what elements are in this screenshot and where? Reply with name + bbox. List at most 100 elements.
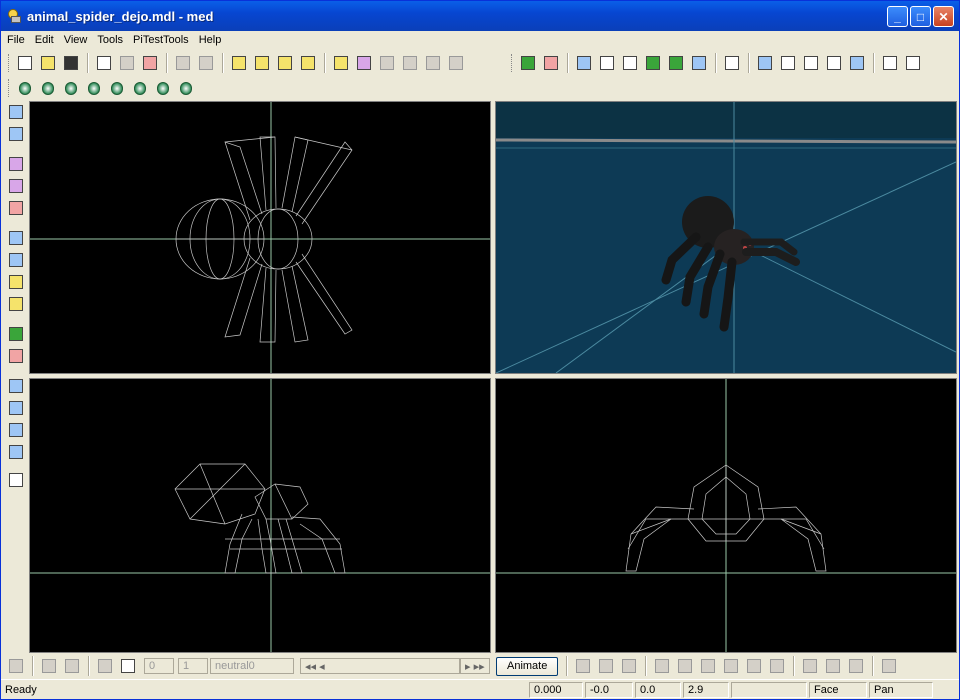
- anim-tool-7-icon[interactable]: [720, 655, 742, 677]
- weld-icon[interactable]: [619, 52, 641, 74]
- menu-help[interactable]: Help: [199, 34, 222, 46]
- box-icon[interactable]: [14, 77, 36, 99]
- menu-tools[interactable]: Tools: [97, 34, 123, 46]
- viewport-perspective[interactable]: [495, 101, 957, 374]
- torus-icon[interactable]: [83, 77, 105, 99]
- viewport-top[interactable]: [29, 101, 491, 374]
- timeline-forward[interactable]: ▸ ▸▸: [460, 658, 490, 674]
- select-vertex-icon[interactable]: [228, 52, 250, 74]
- minimize-button[interactable]: _: [887, 6, 908, 27]
- cylinder-icon[interactable]: [60, 77, 82, 99]
- sphere-icon[interactable]: [37, 77, 59, 99]
- primitive-toolbar: [5, 76, 198, 100]
- paste-icon[interactable]: [116, 52, 138, 74]
- open-icon[interactable]: [37, 52, 59, 74]
- timeline-scrollbar[interactable]: ◂◂ ◂: [300, 658, 460, 674]
- select-object-icon[interactable]: [297, 52, 319, 74]
- menu-edit[interactable]: Edit: [35, 34, 54, 46]
- view-side-icon[interactable]: [399, 52, 421, 74]
- copy-icon[interactable]: [93, 52, 115, 74]
- animate-button[interactable]: Animate: [496, 656, 559, 676]
- status-zoom: 2.9: [683, 681, 729, 698]
- new-icon[interactable]: [14, 52, 36, 74]
- cone-icon[interactable]: [129, 77, 151, 99]
- camera-icon[interactable]: [846, 52, 868, 74]
- play-icon[interactable]: [5, 655, 27, 677]
- view-top-icon[interactable]: [422, 52, 444, 74]
- select-face-icon[interactable]: [274, 52, 296, 74]
- delete-icon[interactable]: [139, 52, 161, 74]
- status-bar: Ready 0.000 -0.0 0.0 2.9 Face Pan: [1, 679, 959, 699]
- move-icon[interactable]: [902, 52, 924, 74]
- frame-jump-icon[interactable]: [61, 655, 83, 677]
- rotate-tool-icon[interactable]: [5, 123, 27, 145]
- extrude-tool-icon[interactable]: [5, 175, 27, 197]
- group-tool-icon[interactable]: [5, 323, 27, 345]
- scale-tool-icon[interactable]: [5, 153, 27, 175]
- cut-tool-icon[interactable]: [5, 227, 27, 249]
- light-icon[interactable]: [823, 52, 845, 74]
- view-persp-icon[interactable]: [445, 52, 467, 74]
- grid-5-icon[interactable]: [5, 469, 27, 491]
- ungroup-tool-icon[interactable]: [5, 345, 27, 367]
- add-node-icon[interactable]: [517, 52, 539, 74]
- menu-pitesttools[interactable]: PiTestTools: [133, 34, 189, 46]
- app-icon[interactable]: [6, 8, 22, 24]
- menu-view[interactable]: View: [64, 34, 88, 46]
- anim-tool-12-icon[interactable]: [845, 655, 867, 677]
- add-triangle-icon[interactable]: [540, 52, 562, 74]
- select-edge-icon[interactable]: [251, 52, 273, 74]
- align-icon[interactable]: [642, 52, 664, 74]
- bounding-box-icon[interactable]: [353, 52, 375, 74]
- move-tool-icon[interactable]: [5, 101, 27, 123]
- anim-tool-13-icon[interactable]: [878, 655, 900, 677]
- anim-tool-9-icon[interactable]: [766, 655, 788, 677]
- view-front-icon[interactable]: [376, 52, 398, 74]
- keyframe-icon[interactable]: [94, 655, 116, 677]
- redo-icon[interactable]: [195, 52, 217, 74]
- maximize-button[interactable]: □: [910, 6, 931, 27]
- grid-3-icon[interactable]: [5, 419, 27, 441]
- grid-1-icon[interactable]: [5, 375, 27, 397]
- frame-start-field[interactable]: 0: [144, 658, 174, 674]
- anim-tool-4-icon[interactable]: [651, 655, 673, 677]
- target-tool-icon[interactable]: [5, 197, 27, 219]
- close-button[interactable]: ✕: [933, 6, 954, 27]
- fit-icon[interactable]: [879, 52, 901, 74]
- animation-name-field[interactable]: neutral0: [210, 658, 294, 674]
- anim-tool-6-icon[interactable]: [697, 655, 719, 677]
- save-icon[interactable]: [60, 52, 82, 74]
- title-bar[interactable]: animal_spider_dejo.mdl - med _ □ ✕: [1, 1, 959, 31]
- scale-icon[interactable]: [596, 52, 618, 74]
- frame-end-field[interactable]: 1: [178, 658, 208, 674]
- grid-4-icon[interactable]: [5, 441, 27, 463]
- walk-icon[interactable]: [777, 52, 799, 74]
- anim-tool-3-icon[interactable]: [618, 655, 640, 677]
- anim-tool-8-icon[interactable]: [743, 655, 765, 677]
- frame-list-icon[interactable]: [38, 655, 60, 677]
- slice-tool-icon[interactable]: [5, 249, 27, 271]
- timeline-icon[interactable]: [117, 655, 139, 677]
- viewport-front[interactable]: [29, 378, 491, 653]
- pyramid-icon[interactable]: [152, 77, 174, 99]
- undo-icon[interactable]: [172, 52, 194, 74]
- anim-tool-10-icon[interactable]: [799, 655, 821, 677]
- viewport-side[interactable]: [495, 378, 957, 653]
- magnet-icon[interactable]: [721, 52, 743, 74]
- mirror-icon[interactable]: [573, 52, 595, 74]
- gem-icon[interactable]: [175, 77, 197, 99]
- hand-icon[interactable]: [800, 52, 822, 74]
- split-icon[interactable]: [665, 52, 687, 74]
- anim-tool-5-icon[interactable]: [674, 655, 696, 677]
- flip-icon[interactable]: [688, 52, 710, 74]
- menu-file[interactable]: File: [7, 34, 25, 46]
- hierarchy-icon[interactable]: [330, 52, 352, 74]
- uv-tool-icon[interactable]: [5, 293, 27, 315]
- anim-tool-11-icon[interactable]: [822, 655, 844, 677]
- anim-tool-1-icon[interactable]: [572, 655, 594, 677]
- rotate-view-icon[interactable]: [754, 52, 776, 74]
- anim-tool-2-icon[interactable]: [595, 655, 617, 677]
- grid-2-icon[interactable]: [5, 397, 27, 419]
- tube-icon[interactable]: [106, 77, 128, 99]
- paint-tool-icon[interactable]: [5, 271, 27, 293]
